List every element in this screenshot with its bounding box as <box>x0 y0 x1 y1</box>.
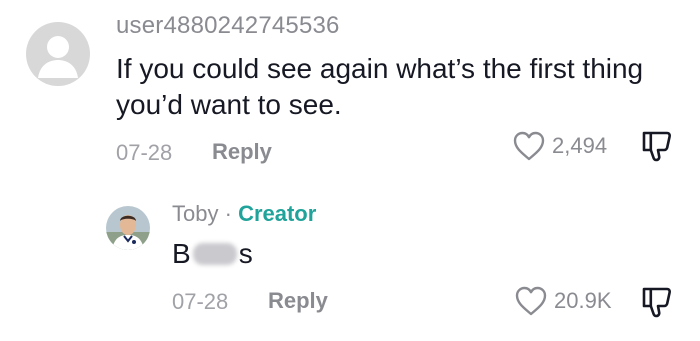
reply-text-end: s <box>238 238 253 269</box>
name-separator: · <box>224 201 232 226</box>
reply-dislike-button[interactable] <box>638 284 674 325</box>
like-count: 2,494 <box>552 133 608 158</box>
default-avatar-icon <box>38 36 78 78</box>
avatar[interactable] <box>26 22 90 86</box>
comment-date: 07-28 <box>116 140 173 165</box>
reply-button[interactable]: Reply <box>212 139 272 165</box>
reply-like-button[interactable]: 20.9K <box>514 285 612 317</box>
reply-text: B s <box>172 238 253 270</box>
creator-photo-icon <box>106 206 150 250</box>
creator-badge: Creator <box>238 201 317 226</box>
reply-like-count: 20.9K <box>554 288 612 313</box>
creator-avatar[interactable] <box>106 206 150 250</box>
comment-text: If you could see again what’s the first … <box>116 53 644 120</box>
dislike-icon <box>642 131 671 162</box>
dislike-icon <box>642 287 671 318</box>
censor-blur <box>192 243 237 265</box>
like-button[interactable]: 2,494 <box>512 130 607 162</box>
reply-date: 07-28 <box>172 289 229 314</box>
reply-username[interactable]: Toby <box>172 201 218 226</box>
reply-text-start: B <box>172 238 191 269</box>
dislike-button[interactable] <box>638 128 674 169</box>
comment-username[interactable]: user4880242745536 <box>116 12 340 40</box>
heart-icon <box>515 286 547 316</box>
reply-reply-button[interactable]: Reply <box>268 288 328 314</box>
reply-author: Toby · Creator <box>172 201 316 227</box>
heart-icon <box>513 131 545 161</box>
